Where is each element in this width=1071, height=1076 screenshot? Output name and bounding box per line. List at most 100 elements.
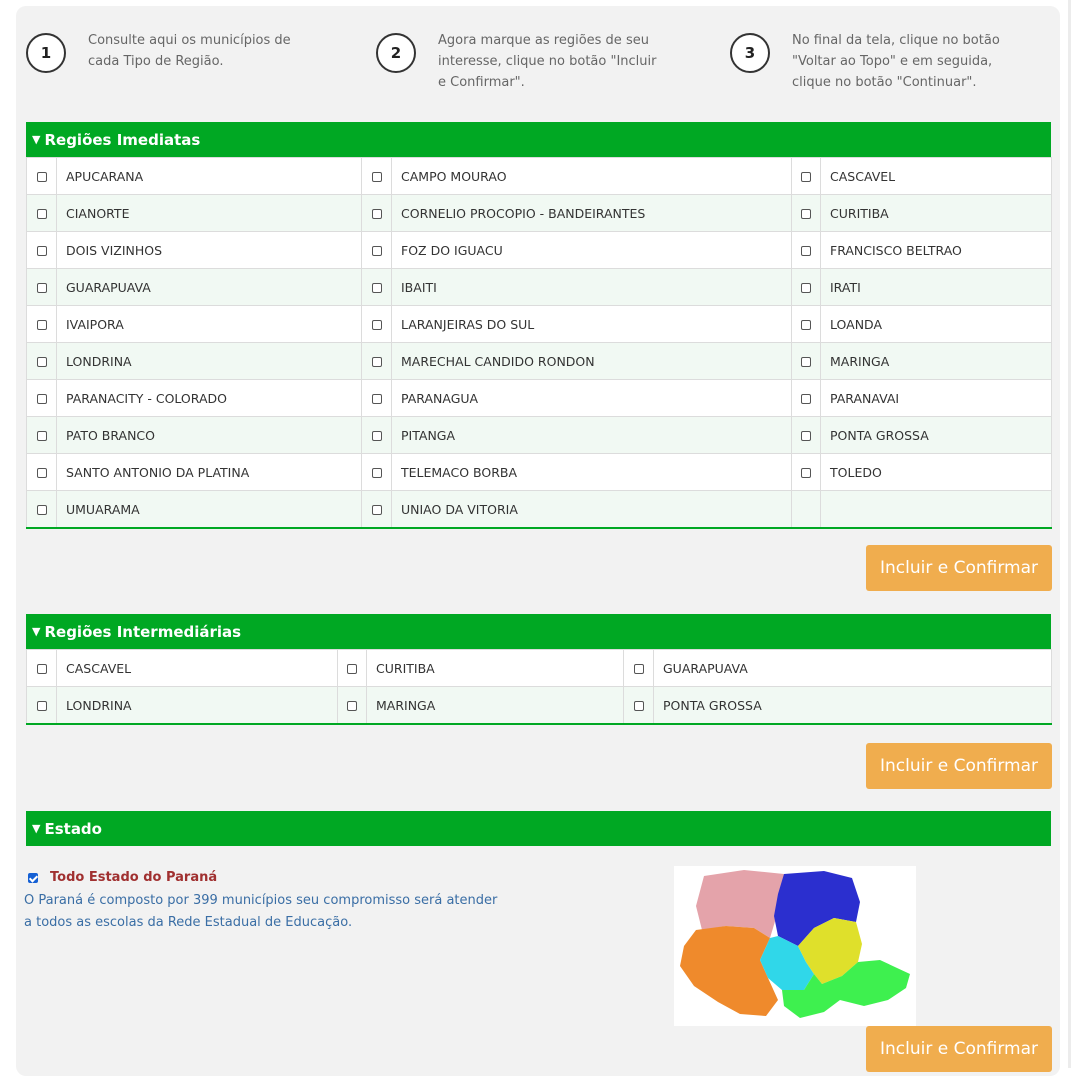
table-row: UMUARAMA UNIAO DA VITORIA [26,490,1052,529]
checkbox-cell [361,342,392,380]
checkbox-cell [337,649,367,687]
region-checkbox[interactable] [36,283,47,294]
region-label: UNIAO DA VITORIA [391,490,792,529]
table-row: LONDRINA MARINGA PONTA GROSSA [26,686,1052,725]
region-label: TELEMACO BORBA [391,453,792,491]
region-checkbox[interactable] [347,701,357,712]
region-label: IBAITI [391,268,792,306]
table-row: SANTO ANTONIO DA PLATINA TELEMACO BORBA TO… [26,453,1052,491]
region-checkbox[interactable] [371,505,382,516]
region-label: LONDRINA [56,342,362,380]
section-title: Estado [44,819,102,838]
region-checkbox[interactable] [801,283,811,294]
section-header[interactable]: ▼ Regiões Imediatas [26,122,1051,157]
section-estado: ▼ Estado [26,811,1051,846]
step-number: 3 [730,33,770,73]
checkbox-cell [791,268,821,306]
caret-down-icon: ▼ [32,133,41,146]
instruction-steps: 1 Consulte aqui os municípios de cada Tip… [26,30,1051,110]
region-label: LOANDA [820,305,1052,343]
region-checkbox[interactable] [371,357,382,368]
todo-estado-checkbox[interactable] [28,872,38,883]
region-checkbox[interactable] [371,468,382,479]
incluir-confirmar-button[interactable]: Incluir e Confirmar [866,743,1052,789]
table-row: APUCARANA CAMPO MOURAO CASCAVEL [26,157,1052,195]
section-regioes-intermediarias: ▼ Regiões Intermediárias CASCAVEL CURITIB… [26,614,1052,725]
region-checkbox[interactable] [371,283,382,294]
section-header[interactable]: ▼ Regiões Intermediárias [26,614,1051,649]
region-checkbox[interactable] [36,172,47,183]
table-row: PATO BRANCO PITANGA PONTA GROSSA [26,416,1052,454]
region-label: MARINGA [820,342,1052,380]
checkbox-cell [361,268,392,306]
region-checkbox[interactable] [36,468,47,479]
region-checkbox[interactable] [371,209,382,220]
region-checkbox[interactable] [801,357,811,368]
region-checkbox[interactable] [801,320,811,331]
region-label: CURITIBA [820,194,1052,232]
table-row: CIANORTE CORNELIO PROCOPIO - BANDEIRANTES… [26,194,1052,232]
region-label: GUARAPUAVA [56,268,362,306]
step-3: 3 No final da tela, clique no botão "Volt… [730,30,1000,93]
region-checkbox[interactable] [36,246,47,257]
checkbox-cell [623,649,654,687]
section-regioes-imediatas: ▼ Regiões Imediatas APUCARANA CAMPO MOURA… [26,122,1052,529]
incluir-confirmar-button[interactable]: Incluir e Confirmar [866,1026,1052,1072]
region-checkbox[interactable] [371,394,382,405]
region-label: IVAIPORA [56,305,362,343]
checkbox-cell [791,416,821,454]
region-checkbox[interactable] [633,664,644,675]
checkbox-cell [26,305,57,343]
region-checkbox[interactable] [36,701,47,712]
region-checkbox[interactable] [801,394,811,405]
step-text: Consulte aqui os municípios de cada Tipo … [88,33,291,69]
table-row: CASCAVEL CURITIBA GUARAPUAVA [26,649,1052,687]
todo-estado-checkbox-row[interactable]: Todo Estado do Paraná [28,870,217,885]
region-checkbox[interactable] [36,431,47,442]
region-label: CAMPO MOURAO [391,157,792,195]
checkbox-cell [361,231,392,269]
table-row: LONDRINA MARECHAL CANDIDO RONDON MARINGA [26,342,1052,380]
region-checkbox[interactable] [801,431,811,442]
incluir-confirmar-button[interactable]: Incluir e Confirmar [866,545,1052,591]
region-label: CASCAVEL [820,157,1052,195]
region-checkbox[interactable] [36,664,47,675]
region-checkbox[interactable] [36,505,47,516]
table-row: DOIS VIZINHOS FOZ DO IGUACU FRANCISCO BELT… [26,231,1052,269]
checkbox-cell [361,379,392,417]
region-checkbox[interactable] [801,246,811,257]
region-checkbox[interactable] [801,468,811,479]
checkbox-cell [26,231,57,269]
region-checkbox[interactable] [371,431,382,442]
region-checkbox[interactable] [801,172,811,183]
region-checkbox[interactable] [371,246,382,257]
table-row: GUARAPUAVA IBAITI IRATI [26,268,1052,306]
region-checkbox[interactable] [36,209,47,220]
checkbox-cell [26,157,57,195]
region-label: GUARAPUAVA [653,649,1052,687]
region-checkbox[interactable] [371,320,382,331]
region-checkbox[interactable] [36,394,47,405]
region-checkbox[interactable] [633,701,644,712]
region-label: MARECHAL CANDIDO RONDON [391,342,792,380]
region-checkbox[interactable] [347,664,357,675]
section-header[interactable]: ▼ Estado [26,811,1051,846]
region-label: CORNELIO PROCOPIO - BANDEIRANTES [391,194,792,232]
checkbox-cell [361,453,392,491]
region-checkbox[interactable] [36,320,47,331]
checkbox-cell [26,342,57,380]
parana-regions-map [674,866,916,1026]
region-label: PARANAGUA [391,379,792,417]
checkbox-cell [791,194,821,232]
checkbox-cell [791,342,821,380]
region-checkbox[interactable] [371,172,382,183]
region-label: PITANGA [391,416,792,454]
region-label: PONTA GROSSA [820,416,1052,454]
region-checkbox[interactable] [36,357,47,368]
todo-estado-label: Todo Estado do Paraná [50,870,218,885]
region-label: LARANJEIRAS DO SUL [391,305,792,343]
region-label: PATO BRANCO [56,416,362,454]
checkbox-cell [361,157,392,195]
region-label: CASCAVEL [56,649,338,687]
region-checkbox[interactable] [801,209,811,220]
